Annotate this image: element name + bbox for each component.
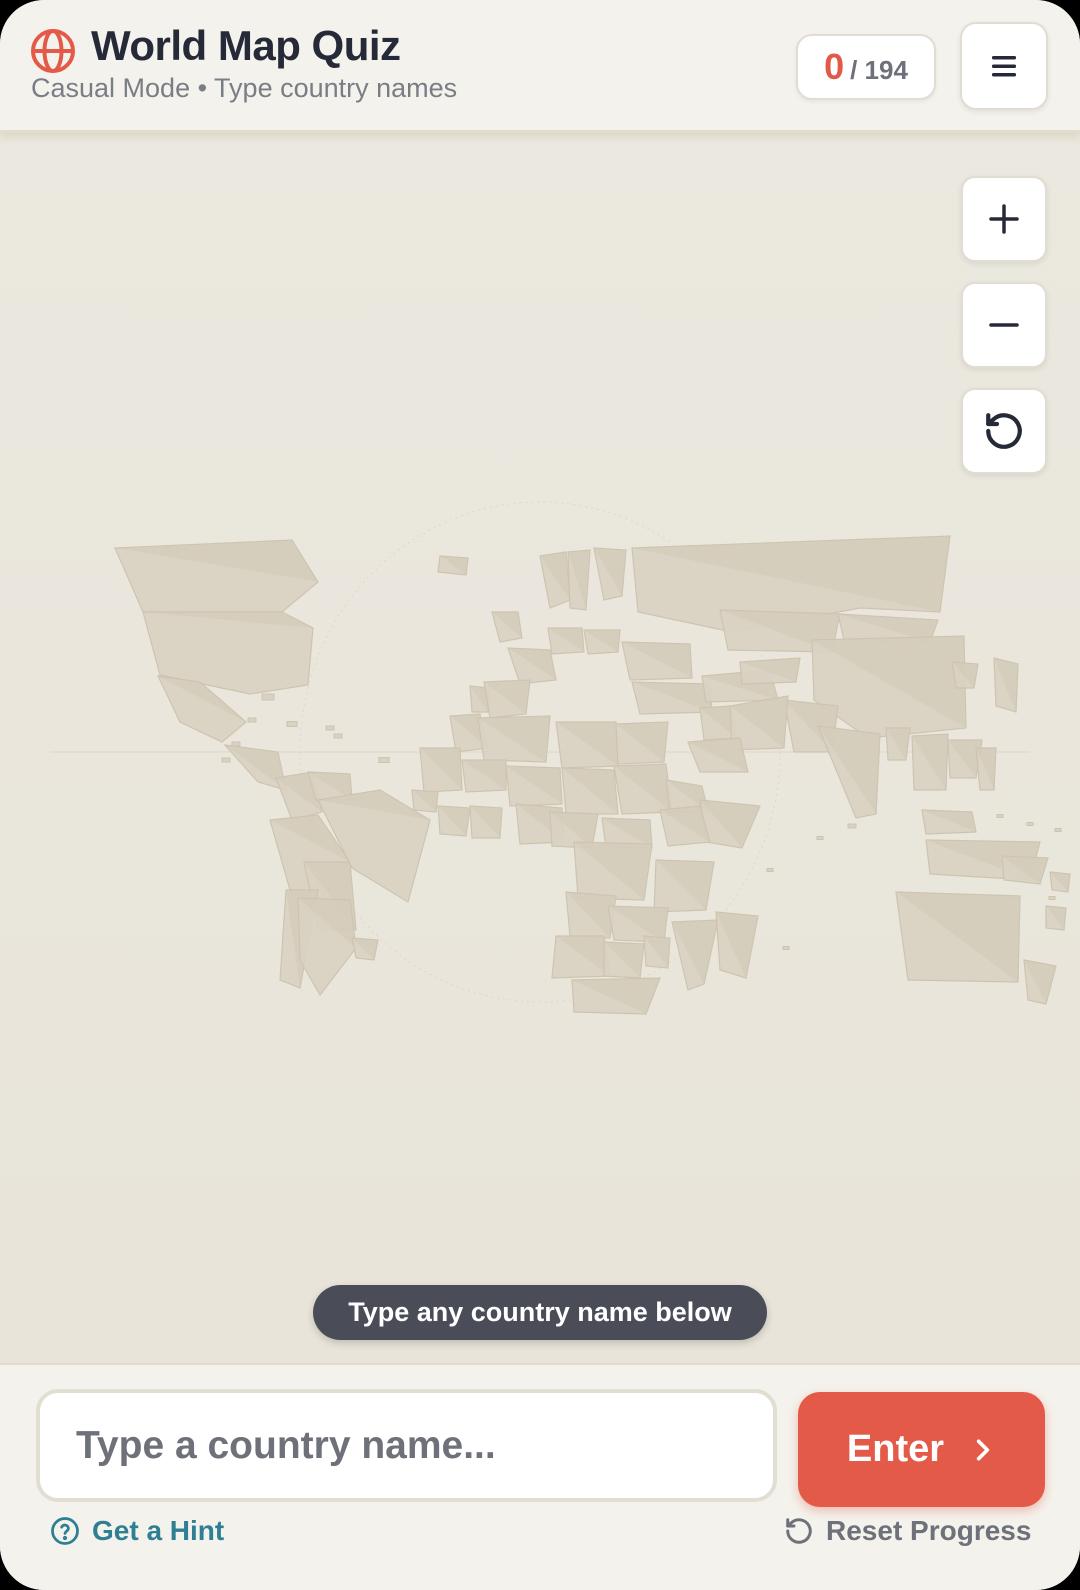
menu-button[interactable] — [960, 22, 1048, 110]
map-canvas[interactable] — [0, 133, 1080, 1363]
score-current: 0 — [824, 46, 845, 87]
get-hint-label: Get a Hint — [92, 1515, 225, 1546]
score-badge: 0 / 194 — [796, 34, 936, 100]
island-shape — [247, 717, 257, 723]
hamburger-menu-icon — [992, 56, 1016, 77]
minus-icon — [989, 323, 1019, 327]
island-shape — [1026, 822, 1034, 826]
island-shape — [996, 814, 1004, 818]
get-hint-link[interactable]: Get a Hint — [50, 1515, 224, 1547]
world-map[interactable] — [0, 133, 1080, 1363]
island-shape — [816, 836, 824, 840]
island-shape — [286, 721, 298, 727]
answer-bar: Enter Get a Hint — [0, 1363, 1080, 1590]
rotate-ccw-icon — [986, 413, 1022, 449]
island-shape — [378, 757, 390, 763]
help-circle-icon — [50, 1516, 80, 1546]
zoom-in-button[interactable] — [961, 176, 1047, 262]
enter-button-label: Enter — [846, 1428, 945, 1470]
score-total: / 194 — [850, 54, 908, 85]
app-screen: World Map Quiz Casual Mode • Type countr… — [0, 0, 1080, 1590]
page-subtitle: Casual Mode • Type country names — [31, 73, 458, 103]
island-shape — [333, 733, 343, 739]
island-shape — [221, 757, 231, 763]
island-shape — [1054, 828, 1062, 832]
country-name-input[interactable] — [36, 1389, 777, 1502]
header: World Map Quiz Casual Mode • Type countr… — [0, 0, 1080, 133]
island-shape — [782, 946, 790, 950]
reset-progress-label: Reset Progress — [826, 1515, 1032, 1546]
chevron-right-icon — [970, 1437, 996, 1463]
island-shape — [1048, 896, 1056, 900]
plus-icon — [989, 204, 1019, 234]
island-shape — [325, 725, 335, 731]
globe-icon — [31, 29, 75, 73]
enter-button[interactable]: Enter — [798, 1392, 1045, 1507]
instruction-toast: Type any country name below — [313, 1285, 767, 1340]
island-shape — [766, 868, 774, 872]
zoom-out-button[interactable] — [961, 282, 1047, 368]
page-title: World Map Quiz — [91, 22, 401, 69]
island-shape — [847, 823, 857, 829]
island-shape — [261, 693, 275, 701]
reset-progress-link[interactable]: Reset Progress — [784, 1515, 1031, 1547]
island-shape — [231, 741, 241, 747]
reset-view-button[interactable] — [961, 388, 1047, 474]
rotate-ccw-icon — [784, 1516, 814, 1546]
